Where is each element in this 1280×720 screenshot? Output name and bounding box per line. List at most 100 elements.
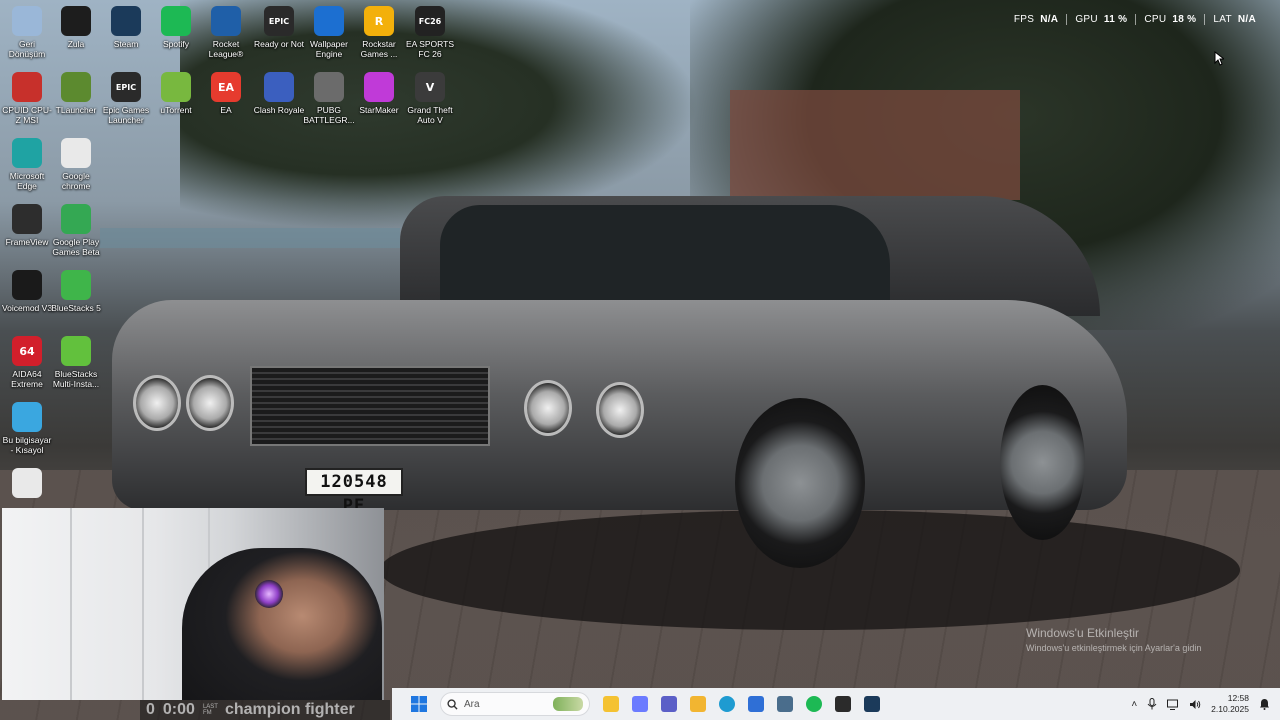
ea-fc-icon: FC26 <box>415 6 445 36</box>
desktop-icon-label: Rockstar Games ... <box>360 39 398 59</box>
desktop-icon[interactable]: EA EA <box>200 68 252 115</box>
notification-icon[interactable] <box>1259 698 1270 710</box>
gpu-label: GPU <box>1075 13 1098 25</box>
clock-date: 2.10.2025 <box>1211 704 1249 714</box>
desktop-icon-label: StarMaker <box>359 105 399 115</box>
desktop-icon[interactable]: 64 AIDA64 Extreme <box>1 332 53 389</box>
search-highlight-icon <box>553 697 583 711</box>
taskbar-app-button[interactable] <box>830 691 856 717</box>
desktop-icon[interactable]: R Rockstar Games ... <box>353 2 405 59</box>
desktop-icon[interactable]: Rocket League® <box>200 2 252 59</box>
desktop-icon[interactable]: CPUID CPU-Z MSI <box>1 68 53 125</box>
desktop-icon-label: Ready or Not <box>253 39 305 49</box>
wallpaper-engine-icon <box>314 6 344 36</box>
desktop-icon[interactable]: TLauncher <box>50 68 102 115</box>
desktop-icon[interactable]: Microsoft Edge <box>1 134 53 191</box>
performance-overlay: FPS N/A GPU 11 % CPU 18 % LAT N/A <box>1006 12 1264 26</box>
gta-icon: V <box>415 72 445 102</box>
desktop-icon[interactable]: FrameView <box>1 200 53 247</box>
desktop-icon-label: EA SPORTS FC 26 <box>405 39 455 59</box>
taskbar-clock[interactable]: 12:58 2.10.2025 <box>1211 693 1249 715</box>
desktop-icon[interactable]: Geri Dönüşüm <box>1 2 53 59</box>
taskbar: Ara ˄ 12:58 2.10.2025 <box>392 688 1280 720</box>
recycle-bin-icon <box>12 6 42 36</box>
taskbar-search[interactable]: Ara <box>440 692 590 716</box>
watermark-subtitle: Windows'u etkinleştirmek için Ayarlar'a … <box>1026 643 1202 653</box>
desktop-icon[interactable]: Bu bilgisayar - Kısayol <box>1 398 53 455</box>
watermark-title: Windows'u Etkinleştir <box>1026 626 1139 640</box>
desktop-icon-label: PUBG BATTLEGR... <box>303 105 355 125</box>
desktop-icon[interactable]: V Grand Theft Auto V <box>404 68 456 125</box>
desktop-icon-label: Voicemod V3 <box>1 303 53 313</box>
desktop-icon[interactable]: Wallpaper Engine <box>303 2 355 59</box>
taskbar-app-button[interactable] <box>772 691 798 717</box>
desktop-icon[interactable]: StarMaker <box>353 68 405 115</box>
voicemod-icon <box>12 270 42 300</box>
car-rear-wheel <box>1000 385 1085 540</box>
taskbar-app-button[interactable] <box>598 691 624 717</box>
desktop-icon[interactable]: PUBG BATTLEGR... <box>303 68 355 125</box>
overlay-text: champion fighter <box>224 701 355 718</box>
starmaker-icon <box>364 72 394 102</box>
desktop-icon[interactable]: BlueStacks 5 <box>50 266 102 313</box>
desktop-icon[interactable]: Steam <box>100 2 152 49</box>
steam-icon <box>111 6 141 36</box>
tlauncher-icon <box>61 72 91 102</box>
desktop-icon-label: Spotify <box>163 39 189 49</box>
utorrent-icon <box>161 72 191 102</box>
clash-royale-icon <box>264 72 294 102</box>
volume-icon[interactable] <box>1189 699 1201 710</box>
ea-icon: EA <box>211 72 241 102</box>
microphone-icon[interactable] <box>1147 698 1157 710</box>
taskbar-app-button[interactable] <box>685 691 711 717</box>
gpu-value: 11 % <box>1103 13 1128 25</box>
taskbar-apps <box>598 691 885 717</box>
desktop-icon[interactable]: FC26 EA SPORTS FC 26 <box>404 2 456 59</box>
chevron-up-icon[interactable]: ˄ <box>1131 699 1137 710</box>
desktop-icon[interactable]: Spotify <box>150 2 202 49</box>
desktop-icon-label: Grand Theft Auto V <box>407 105 453 125</box>
desktop-icon-label: EA <box>220 105 232 115</box>
taskbar-app-button[interactable] <box>714 691 740 717</box>
desktop-icon-label: Microsoft Edge <box>9 171 45 191</box>
desktop-icon[interactable]: Clash Royale <box>253 68 305 115</box>
overlay-small-label: LAST FM <box>203 704 218 716</box>
desktop-icon[interactable]: EPIC Epic Games Launcher <box>100 68 152 125</box>
taskbar-app-button[interactable] <box>656 691 682 717</box>
windows-logo-icon <box>411 696 427 712</box>
wallpaper-building <box>730 90 1020 200</box>
desktop-icon[interactable]: Zula <box>50 2 102 49</box>
this-pc-icon <box>12 402 42 432</box>
fps-label: FPS <box>1013 13 1035 25</box>
desktop-icon[interactable]: BlueStacks Multi-Insta... <box>50 332 102 389</box>
copilot-icon <box>632 696 648 712</box>
rocket-league-icon <box>211 6 241 36</box>
desktop-icon-label: Clash Royale <box>253 105 305 115</box>
start-button[interactable] <box>406 691 432 717</box>
fps-value: N/A <box>1040 13 1059 25</box>
desktop-icon[interactable]: Voicemod V3 <box>1 266 53 313</box>
desktop-icon[interactable] <box>1 464 53 501</box>
store-icon <box>748 696 764 712</box>
lat-value: N/A <box>1237 13 1256 25</box>
desktop-icon[interactable]: uTorrent <box>150 68 202 115</box>
desktop-icon[interactable]: EPIC Ready or Not <box>253 2 305 49</box>
desktop-icon[interactable]: Google Play Games Beta <box>50 200 102 257</box>
taskbar-app-button[interactable] <box>859 691 885 717</box>
frameview-icon <box>12 204 42 234</box>
desktop-icon[interactable]: Google chrome <box>50 134 102 191</box>
desktop-icon-label: BlueStacks Multi-Insta... <box>52 369 100 389</box>
taskbar-app-button[interactable] <box>743 691 769 717</box>
cpu-label: CPU <box>1144 13 1167 25</box>
desktop-icon-label: AIDA64 Extreme <box>11 369 43 389</box>
overlay-score: 0 <box>146 701 155 718</box>
spotify-icon <box>806 696 822 712</box>
rockstar-icon: R <box>364 6 394 36</box>
search-icon <box>447 698 458 710</box>
network-icon[interactable] <box>1167 699 1179 710</box>
taskbar-app-button[interactable] <box>801 691 827 717</box>
desktop-icon-label: BlueStacks 5 <box>51 303 101 313</box>
taskbar-app-button[interactable] <box>627 691 653 717</box>
wardrobe-door <box>74 508 144 700</box>
desktop-icon-label: TLauncher <box>55 105 97 115</box>
